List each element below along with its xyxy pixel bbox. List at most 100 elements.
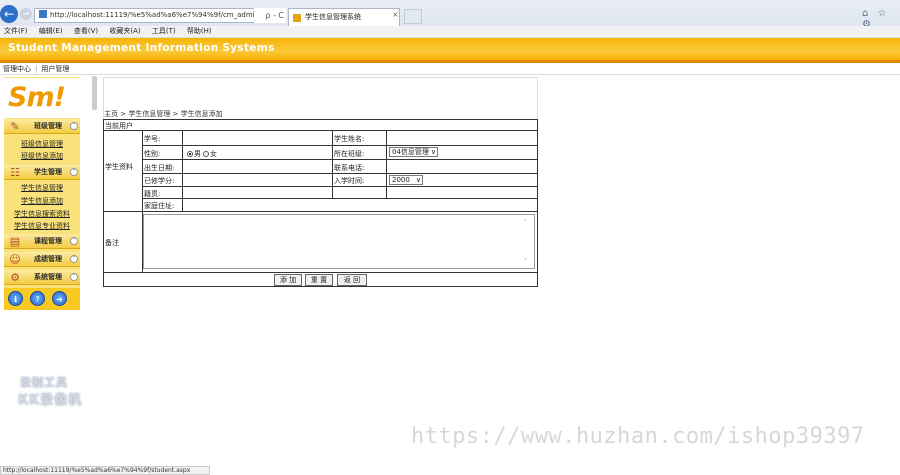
origin-input[interactable]	[184, 188, 330, 198]
address-url: http://localhost:11119/%e5%ad%a6%e7%94%9…	[50, 11, 270, 19]
sidebar-item-student-manage[interactable]: 学生信息管理	[4, 183, 80, 193]
add-button[interactable]: 添 加	[274, 274, 302, 286]
menu-edit[interactable]: 编辑(E)	[39, 27, 63, 35]
sidebar-section-label: 学生管理	[34, 168, 62, 176]
back-button-form[interactable]: 返 回	[337, 274, 367, 286]
form-row-line	[103, 272, 538, 273]
sidebar-section-label: 班级管理	[34, 122, 62, 130]
sidebar-section-course[interactable]: ▤ 课程管理 ˅	[4, 234, 80, 249]
address-tools[interactable]: ρ - C	[254, 8, 286, 23]
form-col-line	[386, 130, 387, 199]
class-select[interactable]: 04信息管理 ∨	[389, 147, 438, 157]
sidebar-item-class-add[interactable]: 班级信息添加	[4, 151, 80, 161]
chevron-down-icon[interactable]: ˅	[70, 237, 78, 245]
remark-label: 备注	[105, 239, 119, 247]
form-row-line	[142, 198, 538, 199]
reset-button[interactable]: 重 置	[305, 274, 333, 286]
address-label: 家庭住址:	[144, 202, 175, 210]
student-id-input[interactable]	[184, 132, 330, 144]
form-col-line	[182, 130, 183, 211]
sidebar-item-student-search[interactable]: 学生信息搜索资料	[4, 209, 80, 219]
top-nav: 管理中心 | 用户管理	[0, 63, 900, 75]
gear-icon: ⚙	[10, 271, 20, 284]
info-icon[interactable]: ℹ	[8, 291, 23, 306]
help-icon[interactable]: ?	[30, 291, 45, 306]
form-row-line	[103, 130, 538, 131]
chevron-up-icon[interactable]: ˄	[70, 122, 78, 130]
chevron-down-icon: ∨	[430, 148, 436, 156]
monitor-icon: ▤	[9, 235, 21, 248]
sidebar-section-system[interactable]: ⚙ 系统管理 ˅	[4, 270, 80, 285]
gender-label: 性别:	[144, 150, 161, 158]
site-watermark: https://www.huzhan.com/ishop39397	[411, 424, 865, 449]
form-row-line	[142, 159, 538, 160]
chevron-down-icon: ∨	[415, 176, 421, 184]
sidebar-section-grades[interactable]: ☺ 成绩管理 ˅	[4, 252, 80, 267]
back-button[interactable]: ←	[0, 5, 18, 23]
tab-favicon-icon	[293, 14, 301, 22]
menu-file[interactable]: 文件(F)	[4, 27, 28, 35]
section-label: 学生资料	[105, 163, 133, 171]
menu-view[interactable]: 查看(V)	[74, 27, 98, 35]
student-name-label: 学生姓名:	[334, 135, 365, 143]
scroll-up-icon[interactable]: ˄	[524, 219, 527, 226]
menu-help[interactable]: 帮助(H)	[187, 27, 212, 35]
sidebar-section-label: 成绩管理	[34, 255, 62, 263]
address-input[interactable]	[184, 200, 536, 210]
forward-button[interactable]: →	[20, 8, 32, 20]
recorder-watermark-line1: 录制工具	[20, 376, 68, 389]
enroll-year-select[interactable]: 2000 ∨	[389, 175, 423, 185]
class-select-value: 04信息管理	[392, 148, 429, 156]
student-name-input[interactable]	[388, 132, 536, 144]
tab-student-system[interactable]: 学生信息管理系统	[288, 8, 400, 26]
scroll-down-icon[interactable]: ˅	[524, 258, 527, 265]
chevron-down-icon[interactable]: ˅	[70, 255, 78, 263]
birth-date-label: 出生日期:	[144, 164, 175, 172]
tab-close-icon[interactable]: ×	[392, 10, 399, 19]
student-id-label: 学号:	[144, 135, 161, 143]
nav-admin-center[interactable]: 管理中心	[3, 65, 31, 73]
logo: Sm!	[8, 82, 66, 113]
sidebar-item-student-major[interactable]: 学生信息专业资料	[4, 221, 80, 231]
nav-user-management[interactable]: 用户管理	[41, 65, 69, 73]
origin-label: 籍贯:	[144, 190, 161, 198]
status-bar-url: http://localhost:11119/%e5%ad%a6%e7%94%9…	[0, 466, 210, 475]
address-bar[interactable]: http://localhost:11119/%e5%ad%a6%e7%94%9…	[34, 8, 286, 23]
credits-label: 已修学分:	[144, 177, 175, 185]
form-row-line	[142, 145, 538, 146]
recorder-watermark-line2: KK录像机	[18, 393, 83, 408]
gender-male-label: 男	[194, 150, 201, 158]
phone-input[interactable]	[388, 161, 536, 172]
credits-input[interactable]	[184, 175, 330, 185]
menubar: 文件(F) 编辑(E) 查看(V) 收藏夹(A) 工具(T) 帮助(H)	[0, 26, 900, 38]
breadcrumb: 主页 > 学生信息管理 > 学生信息添加	[104, 110, 223, 118]
frame-scrollbar[interactable]	[92, 76, 97, 110]
enroll-date-label: 入学时间:	[334, 177, 365, 185]
gender-female-radio[interactable]	[203, 151, 209, 157]
menu-tools[interactable]: 工具(T)	[152, 27, 176, 35]
site-title: Student Management Information Systems	[8, 42, 275, 54]
remark-textarea[interactable]	[143, 214, 535, 269]
user-icon: ☺	[9, 253, 21, 266]
sidebar-item-student-add[interactable]: 学生信息添加	[4, 196, 80, 206]
sidebar-section-student[interactable]: ☷ 学生管理 ˄	[4, 165, 80, 180]
sidebar-item-class-manage[interactable]: 班级信息管理	[4, 139, 80, 149]
gender-female-label: 女	[210, 150, 217, 158]
logout-icon[interactable]: ➜	[52, 291, 67, 306]
book-icon: ☷	[10, 166, 20, 179]
birth-date-input[interactable]	[184, 161, 330, 172]
gender-male-radio[interactable]	[187, 151, 193, 157]
tab-title: 学生信息管理系统	[305, 13, 361, 21]
new-tab-button[interactable]	[404, 9, 422, 24]
current-user-label: 当前用户	[105, 122, 133, 130]
sidebar-section-label: 系统管理	[34, 273, 62, 281]
class-label: 所在班级:	[334, 150, 365, 158]
sidebar-section-class[interactable]: ✎ 班级管理 ˄	[4, 119, 80, 134]
menu-favorites[interactable]: 收藏夹(A)	[109, 27, 140, 35]
chevron-up-icon[interactable]: ˄	[70, 168, 78, 176]
chevron-down-icon[interactable]: ˅	[70, 273, 78, 281]
nav-separator: |	[35, 65, 38, 73]
edit-icon: ✎	[10, 120, 20, 133]
page-icon	[39, 10, 47, 18]
phone-label: 联系电话:	[334, 164, 365, 172]
